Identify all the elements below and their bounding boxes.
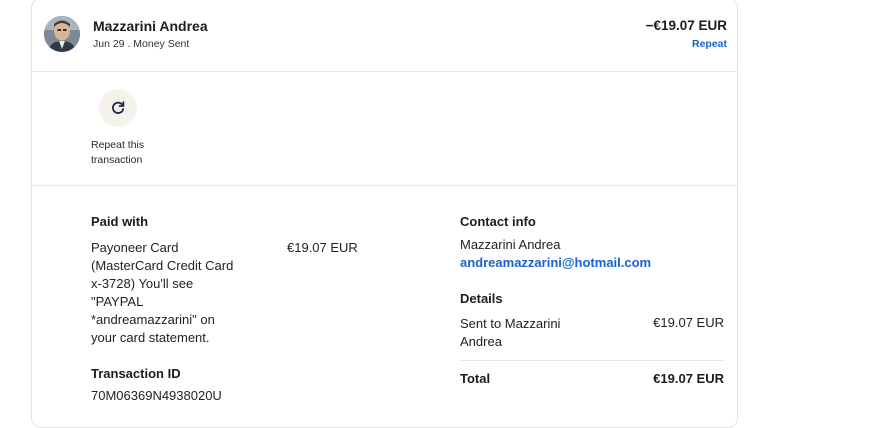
transaction-id: 70M06369N4938020U bbox=[91, 388, 222, 403]
payment-method-description: Payoneer Card (MasterCard Credit Card x-… bbox=[91, 240, 234, 345]
transaction-amount: −€19.07 EUR bbox=[645, 18, 727, 33]
details-item-label: Sent to Mazzarini Andrea bbox=[460, 316, 561, 349]
details-divider bbox=[460, 360, 725, 361]
repeat-link[interactable]: Repeat bbox=[692, 38, 727, 50]
counterparty-name: Mazzarini Andrea bbox=[93, 18, 208, 34]
avatar-photo bbox=[44, 16, 80, 52]
contact-info-heading: Contact info bbox=[460, 214, 536, 229]
total-label: Total bbox=[460, 371, 491, 386]
repeat-transaction-label[interactable]: Repeat this transaction bbox=[91, 138, 181, 168]
refresh-icon bbox=[112, 101, 125, 114]
transaction-card: Mazzarini Andrea Jun 29 . Money Sent −€1… bbox=[31, 0, 738, 428]
total-amount: €19.07 EUR bbox=[653, 371, 724, 386]
avatar bbox=[44, 16, 80, 52]
details-heading: Details bbox=[460, 291, 503, 306]
paid-with-heading: Paid with bbox=[91, 214, 149, 229]
payment-amount: €19.07 EUR bbox=[287, 240, 358, 255]
repeat-transaction-button[interactable] bbox=[99, 89, 137, 127]
contact-email-link[interactable]: andreamazzarini@hotmail.com bbox=[460, 255, 651, 270]
transaction-id-heading: Transaction ID bbox=[91, 366, 181, 381]
contact-name: Mazzarini Andrea bbox=[460, 237, 561, 252]
transaction-date-type: Jun 29 . Money Sent bbox=[93, 38, 190, 50]
repeat-action-section: Repeat this transaction bbox=[32, 72, 737, 186]
details-item-amount: €19.07 EUR bbox=[653, 315, 724, 330]
transaction-header: Mazzarini Andrea Jun 29 . Money Sent −€1… bbox=[32, 0, 737, 72]
